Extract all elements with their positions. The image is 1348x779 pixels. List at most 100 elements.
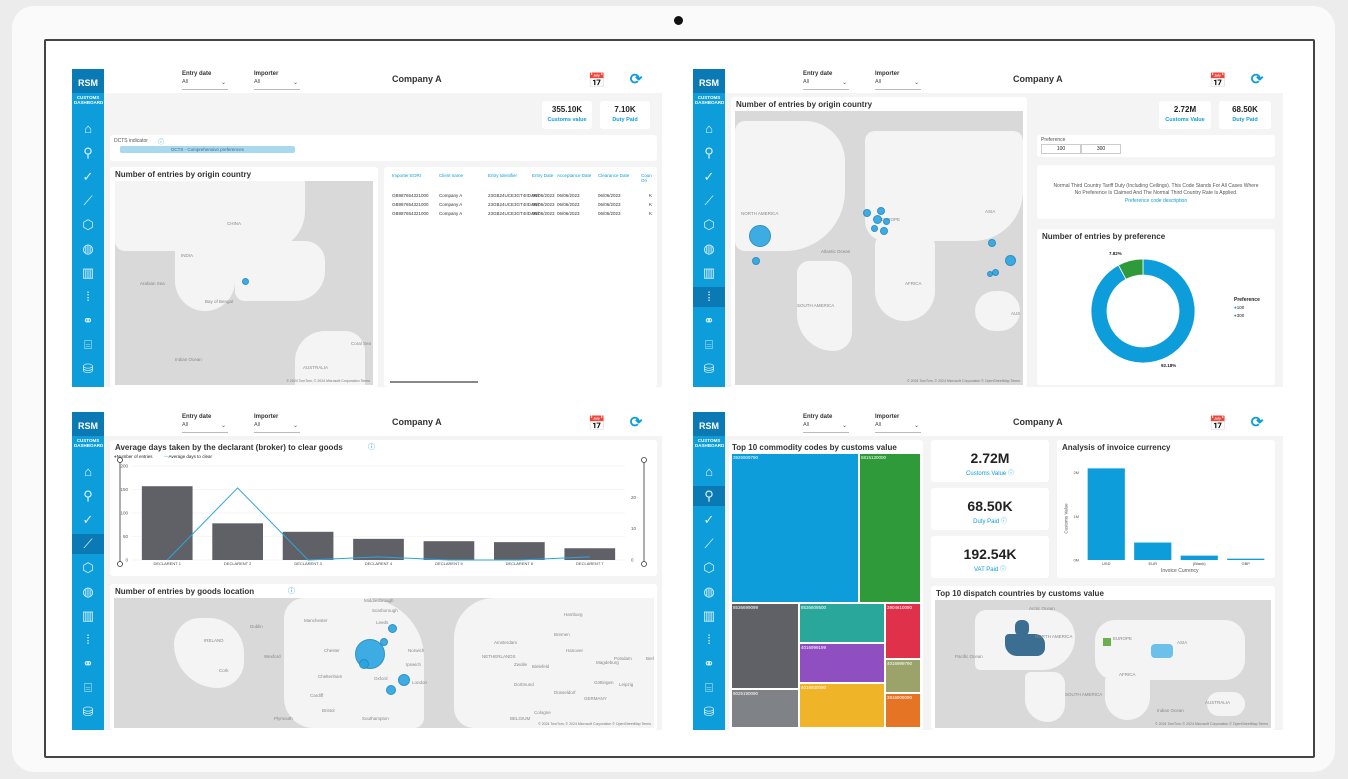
- info-icon[interactable]: ⓘ: [1008, 471, 1014, 477]
- refresh-icon[interactable]: ⟳: [628, 415, 644, 431]
- calendar-icon[interactable]: 📅: [588, 72, 605, 88]
- search-icon[interactable]: ⚲: [693, 486, 725, 506]
- column-header[interactable]: Coun Ori: [641, 173, 657, 183]
- importer-select[interactable]: All ⌄: [254, 79, 300, 90]
- barcode-icon[interactable]: ▥: [78, 263, 98, 283]
- highlight-europe[interactable]: [1103, 638, 1111, 646]
- barcode-icon[interactable]: ▥: [78, 606, 98, 626]
- legend-item-100[interactable]: ●100: [1234, 305, 1244, 310]
- barcode-icon[interactable]: ▥: [699, 606, 719, 626]
- bar-entries[interactable]: [141, 486, 193, 560]
- column-header[interactable]: Entry Identifier: [488, 173, 517, 178]
- barcode-icon[interactable]: ▥: [699, 263, 719, 283]
- check-circle-icon[interactable]: ✓: [699, 510, 719, 530]
- box-icon[interactable]: ⬡: [78, 558, 98, 578]
- importer-select[interactable]: All ⌄: [875, 422, 921, 433]
- home-icon[interactable]: ⌂: [78, 119, 98, 139]
- bar-entries[interactable]: [564, 548, 616, 560]
- refresh-icon[interactable]: ⟳: [1249, 72, 1265, 88]
- search-icon[interactable]: ⚲: [78, 143, 98, 163]
- origin-country-map[interactable]: CHINA INDIA Arabian Sea Bay of Bengal In…: [115, 181, 373, 385]
- refresh-icon[interactable]: ⟳: [628, 72, 644, 88]
- bank-icon[interactable]: ⌸: [78, 335, 98, 355]
- line-chart-icon[interactable]: ⟋: [699, 191, 719, 211]
- preference-option-100[interactable]: 100: [1041, 144, 1081, 154]
- binary-icon[interactable]: ⁞: [78, 630, 98, 650]
- highlight-china[interactable]: [1151, 644, 1173, 658]
- commodity-treemap[interactable]: 3926909790 6815130000 8536699099 8536609500…: [731, 453, 921, 728]
- map-bubble[interactable]: [871, 225, 878, 232]
- treemap-tile[interactable]: 4016999790: [885, 659, 921, 693]
- home-icon[interactable]: ⌂: [699, 462, 719, 482]
- importer-select[interactable]: All ⌄: [875, 79, 921, 90]
- refresh-icon[interactable]: ⟳: [1249, 415, 1265, 431]
- check-circle-icon[interactable]: ✓: [78, 510, 98, 530]
- map-bubble[interactable]: [863, 209, 871, 217]
- treemap-tile[interactable]: 8536699099: [731, 603, 799, 689]
- check-circle-icon[interactable]: ✓: [78, 167, 98, 187]
- check-circle-icon[interactable]: ✓: [699, 167, 719, 187]
- database-icon[interactable]: ⛁: [78, 359, 98, 379]
- handshake-icon[interactable]: ⚭: [699, 654, 719, 674]
- line-chart-icon[interactable]: ⟋: [78, 191, 98, 211]
- map-bubble[interactable]: [1005, 255, 1016, 266]
- treemap-tile[interactable]: 4016930090: [799, 683, 885, 728]
- column-header[interactable]: Importer EORI: [392, 173, 421, 178]
- map-bubble[interactable]: [749, 225, 771, 247]
- bar-entries[interactable]: [423, 541, 475, 560]
- dispatch-country-map[interactable]: Arctic Ocean NORTH AMERICA EUROPE ASIA A…: [935, 600, 1271, 728]
- info-icon[interactable]: ⓘ: [288, 586, 295, 596]
- legend-item-300[interactable]: ●300: [1234, 313, 1244, 318]
- treemap-tile[interactable]: 3916909090: [885, 693, 921, 728]
- database-icon[interactable]: ⛁: [78, 702, 98, 722]
- importer-select[interactable]: All ⌄: [254, 422, 300, 433]
- treemap-tile[interactable]: 3904610090: [885, 603, 921, 659]
- treemap-tile[interactable]: 4016999199: [799, 643, 885, 683]
- globe-icon[interactable]: ◍: [699, 582, 719, 602]
- box-icon[interactable]: ⬡: [78, 215, 98, 235]
- binary-icon[interactable]: ⁞: [78, 287, 98, 307]
- bar-currency[interactable]: [1227, 558, 1265, 560]
- column-header[interactable]: Acceptance Date: [557, 173, 591, 178]
- box-icon[interactable]: ⬡: [699, 558, 719, 578]
- map-bubble[interactable]: [386, 685, 396, 695]
- preference-option-300[interactable]: 300: [1081, 144, 1121, 154]
- horizontal-scrollbar[interactable]: [390, 381, 478, 383]
- line-chart-icon[interactable]: ⟋: [72, 534, 104, 554]
- search-icon[interactable]: ⚲: [78, 486, 98, 506]
- binary-icon[interactable]: ⁞: [693, 287, 725, 307]
- search-icon[interactable]: ⚲: [699, 143, 719, 163]
- binary-icon[interactable]: ⁞: [699, 630, 719, 650]
- map-bubble[interactable]: [388, 624, 397, 633]
- highlight-canada[interactable]: [1015, 620, 1029, 636]
- home-icon[interactable]: ⌂: [699, 119, 719, 139]
- dcts-value-chip[interactable]: DCTS - Comprehensive preferences: [120, 146, 295, 153]
- bar-currency[interactable]: [1134, 542, 1172, 560]
- column-header[interactable]: Entry Date: [532, 173, 553, 178]
- treemap-tile[interactable]: 6815130000: [859, 453, 921, 603]
- column-header[interactable]: Client name: [439, 173, 463, 178]
- invoice-currency-bar-chart[interactable]: 0M 1M 2M USD EUR (Blank) GBP: [1057, 440, 1275, 578]
- entry-date-select[interactable]: All ⌄: [182, 422, 228, 433]
- info-icon[interactable]: ⓘ: [158, 137, 164, 146]
- map-bubble[interactable]: [873, 215, 882, 224]
- map-bubble[interactable]: [880, 227, 888, 235]
- bar-currency[interactable]: [1180, 555, 1218, 560]
- globe-icon[interactable]: ◍: [78, 582, 98, 602]
- declarant-combo-chart[interactable]: 0 50 100 150 200 0 10 20 DECLARENT 1 DECLARENT 2 D…: [110, 440, 657, 576]
- box-icon[interactable]: ⬡: [699, 215, 719, 235]
- map-bubble[interactable]: [988, 239, 996, 247]
- handshake-icon[interactable]: ⚭: [699, 311, 719, 331]
- home-icon[interactable]: ⌂: [78, 462, 98, 482]
- bar-currency[interactable]: [1087, 468, 1125, 560]
- entry-date-select[interactable]: All ⌄: [803, 79, 849, 90]
- info-icon[interactable]: ⓘ: [1001, 519, 1007, 525]
- map-bubble[interactable]: [359, 659, 369, 669]
- treemap-tile[interactable]: 8536609500: [799, 603, 885, 643]
- bar-entries[interactable]: [212, 523, 263, 560]
- map-bubble[interactable]: [380, 638, 388, 646]
- database-icon[interactable]: ⛁: [699, 359, 719, 379]
- bank-icon[interactable]: ⌸: [699, 335, 719, 355]
- handshake-icon[interactable]: ⚭: [78, 654, 98, 674]
- map-bubble[interactable]: [883, 218, 890, 225]
